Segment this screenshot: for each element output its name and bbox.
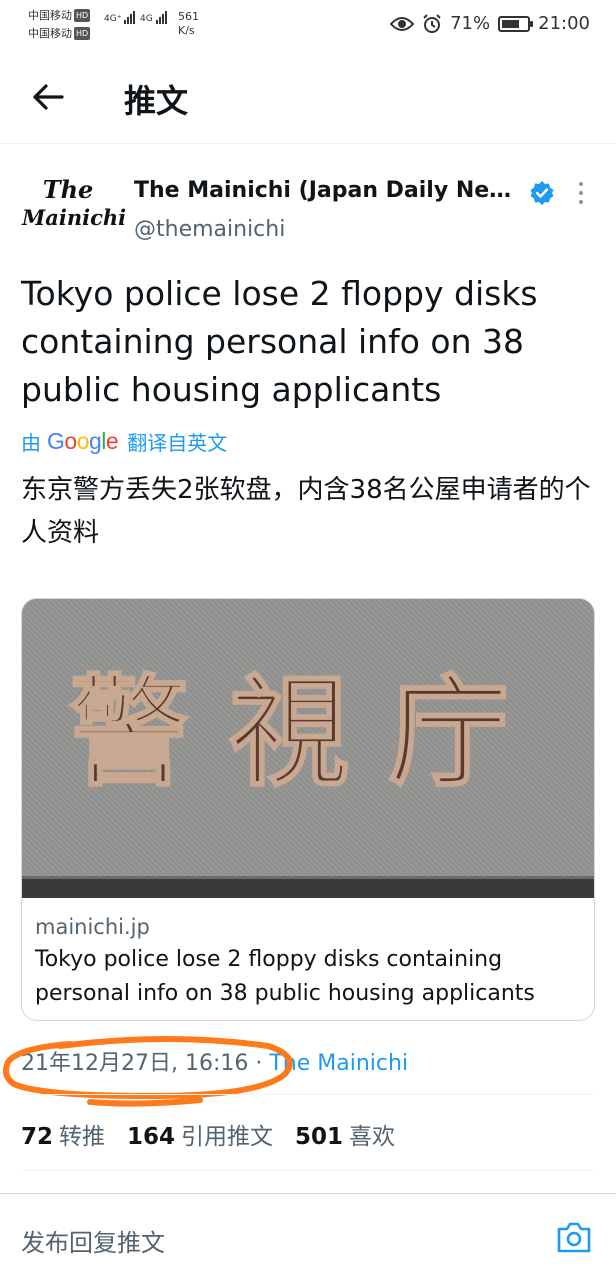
- divider: [21, 1170, 595, 1171]
- engagement-stats: 72 转推 164 引用推文 501 喜欢: [21, 1117, 395, 1151]
- verified-badge-icon: [530, 181, 554, 205]
- link-card[interactable]: 警視庁 mainichi.jp Tokyo police lose 2 flop…: [21, 598, 595, 1021]
- alarm-icon: [423, 13, 441, 33]
- reply-input[interactable]: 发布回复推文: [21, 1223, 165, 1258]
- camera-icon: [557, 1222, 591, 1253]
- signal-2-icon: 4G: [140, 11, 167, 24]
- retweets-stat[interactable]: 72 转推: [21, 1117, 105, 1151]
- more-options-button[interactable]: [574, 180, 588, 206]
- camera-button[interactable]: [556, 1220, 592, 1254]
- translation-attribution[interactable]: 由 Google 翻译自英文: [21, 427, 227, 456]
- signal-1-icon: 4G⁺: [104, 11, 136, 24]
- battery-icon: [498, 15, 534, 32]
- avatar[interactable]: The Mainichi: [22, 176, 126, 240]
- card-image: 警視庁: [22, 599, 594, 898]
- source-link[interactable]: The Mainichi: [269, 1051, 408, 1076]
- google-logo: Google: [47, 428, 119, 454]
- tweet-text: Tokyo police lose 2 floppy disks contain…: [21, 274, 538, 409]
- carrier-1: 中国移动 HD: [28, 9, 91, 22]
- display-name[interactable]: The Mainichi (Japan Daily News): [134, 178, 526, 203]
- card-title: Tokyo police lose 2 floppy disks contain…: [35, 947, 535, 1006]
- user-handle[interactable]: @themainichi: [134, 217, 285, 242]
- likes-stat[interactable]: 501 喜欢: [295, 1117, 395, 1151]
- reply-bar: 发布回复推文: [0, 1193, 616, 1280]
- network-speed: 561 K/s: [178, 10, 199, 37]
- card-domain: mainichi.jp: [35, 915, 150, 939]
- page-title: 推文: [124, 82, 189, 120]
- battery-percent: 71%: [450, 13, 491, 34]
- eye-icon: [390, 16, 415, 31]
- status-bar: 中国移动 HD 中国移动 HD 4G⁺ 4G 561 K/s 71% 21:00: [0, 0, 616, 50]
- top-bar: 推文: [0, 50, 616, 144]
- sign-text: 警視庁: [69, 662, 549, 803]
- quotes-stat[interactable]: 164 引用推文: [127, 1117, 273, 1151]
- back-button[interactable]: [28, 77, 68, 117]
- clock: 21:00: [538, 13, 590, 34]
- divider: [21, 1094, 595, 1095]
- arrow-left-icon: [33, 84, 64, 110]
- carrier-2: 中国移动 HD: [28, 27, 91, 40]
- translated-text: 东京警方丢失2张软盘，内含38名公屋申请者的个人资料: [21, 475, 591, 548]
- timestamp: 21年12月27日, 16:16: [21, 1051, 249, 1076]
- tweet-meta: 21年12月27日, 16:16 · The Mainichi: [21, 1051, 409, 1076]
